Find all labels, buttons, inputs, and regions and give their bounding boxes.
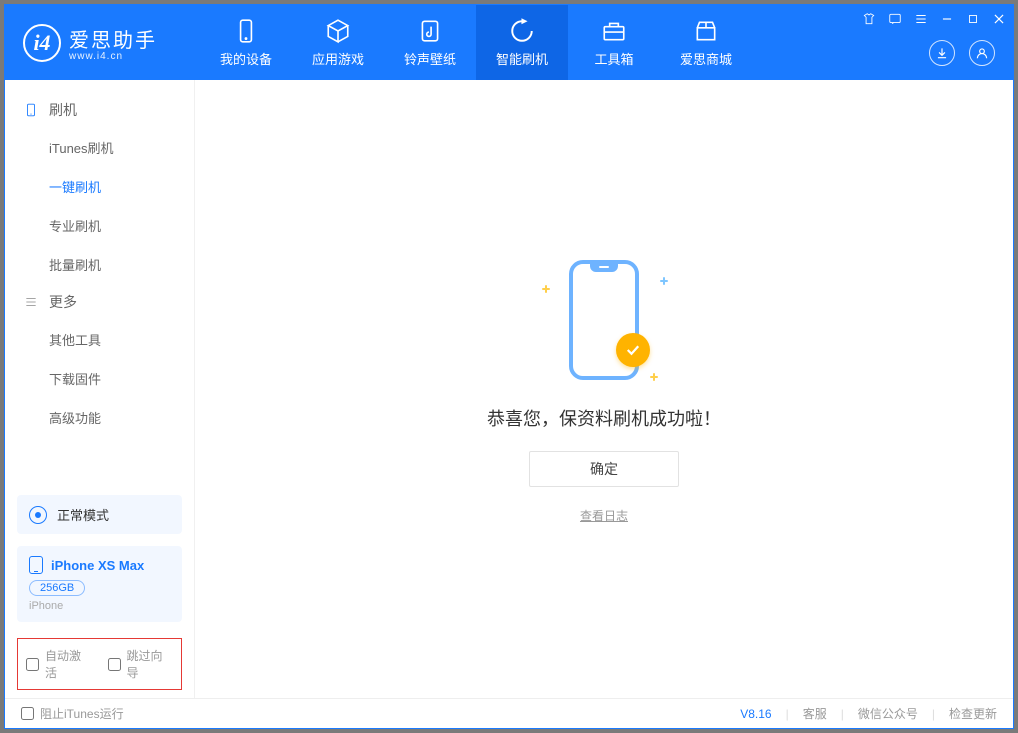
app-url: www.i4.cn bbox=[69, 51, 157, 62]
separator: | bbox=[786, 707, 789, 721]
nav-toolbox[interactable]: 工具箱 bbox=[568, 5, 660, 80]
nav-label: 铃声壁纸 bbox=[404, 49, 456, 68]
phone-speaker bbox=[599, 266, 609, 268]
store-icon bbox=[693, 18, 719, 44]
checkbox-auto-activate[interactable]: 自动激活 bbox=[26, 647, 92, 681]
sidebar-item-advanced[interactable]: 高级功能 bbox=[5, 398, 194, 437]
device-small-icon bbox=[29, 556, 43, 574]
sidebar-item-batch-flash[interactable]: 批量刷机 bbox=[5, 245, 194, 284]
sparkle-icon bbox=[542, 285, 548, 291]
sparkle-icon bbox=[650, 373, 656, 379]
nav-my-device[interactable]: 我的设备 bbox=[200, 5, 292, 80]
nav-ringtones[interactable]: 铃声壁纸 bbox=[384, 5, 476, 80]
device-icon bbox=[233, 18, 259, 44]
sparkle-icon bbox=[660, 277, 666, 283]
device-name-row: iPhone XS Max bbox=[29, 556, 170, 574]
header: i4 爱思助手 www.i4.cn 我的设备 应用游戏 bbox=[5, 5, 1013, 80]
main-content: 恭喜您，保资料刷机成功啦！ 确定 查看日志 bbox=[195, 80, 1013, 698]
statusbar-right: V8.16 | 客服 | 微信公众号 | 检查更新 bbox=[740, 705, 997, 722]
status-bar: 阻止iTunes运行 V8.16 | 客服 | 微信公众号 | 检查更新 bbox=[5, 698, 1013, 728]
minimize-icon[interactable] bbox=[939, 11, 955, 27]
sidebar-item-other-tools[interactable]: 其他工具 bbox=[5, 320, 194, 359]
status-mode-label: 正常模式 bbox=[57, 505, 109, 524]
download-icon[interactable] bbox=[929, 40, 955, 66]
checkbox-block-itunes[interactable]: 阻止iTunes运行 bbox=[21, 705, 124, 722]
sidebar-group-flash: 刷机 bbox=[5, 92, 194, 128]
separator: | bbox=[932, 707, 935, 721]
sidebar: 刷机 iTunes刷机 一键刷机 专业刷机 批量刷机 更多 其他工具 下载固件 … bbox=[5, 80, 195, 698]
check-update-link[interactable]: 检查更新 bbox=[949, 705, 997, 722]
checkbox-skip-setup-input[interactable] bbox=[108, 658, 121, 671]
nav-label: 应用游戏 bbox=[312, 49, 364, 68]
feedback-icon[interactable] bbox=[887, 11, 903, 27]
sidebar-group-label: 刷机 bbox=[49, 100, 77, 120]
check-badge-icon bbox=[616, 333, 650, 367]
sidebar-group-more: 更多 bbox=[5, 284, 194, 320]
nav-label: 智能刷机 bbox=[496, 49, 548, 68]
nav-store[interactable]: 爱思商城 bbox=[660, 5, 752, 80]
toolbox-icon bbox=[601, 18, 627, 44]
cube-icon bbox=[325, 18, 351, 44]
device-card[interactable]: iPhone XS Max 256GB iPhone bbox=[17, 546, 182, 622]
device-capacity: 256GB bbox=[29, 580, 85, 596]
nav-label: 爱思商城 bbox=[680, 49, 732, 68]
statusbar-left: 阻止iTunes运行 bbox=[21, 705, 124, 722]
success-message: 恭喜您，保资料刷机成功啦！ bbox=[487, 405, 721, 431]
maximize-icon[interactable] bbox=[965, 11, 981, 27]
window-controls bbox=[861, 11, 1007, 27]
logo-area: i4 爱思助手 www.i4.cn bbox=[5, 24, 200, 62]
wechat-link[interactable]: 微信公众号 bbox=[858, 705, 918, 722]
checkbox-auto-activate-input[interactable] bbox=[26, 658, 39, 671]
view-log-link[interactable]: 查看日志 bbox=[580, 507, 628, 524]
checkbox-skip-setup[interactable]: 跳过向导 bbox=[108, 647, 174, 681]
body: 刷机 iTunes刷机 一键刷机 专业刷机 批量刷机 更多 其他工具 下载固件 … bbox=[5, 80, 1013, 698]
close-icon[interactable] bbox=[991, 11, 1007, 27]
sync-icon bbox=[509, 18, 535, 44]
sidebar-spacer bbox=[5, 437, 194, 489]
sidebar-group-label: 更多 bbox=[49, 292, 77, 312]
nav-apps[interactable]: 应用游戏 bbox=[292, 5, 384, 80]
device-status-card[interactable]: 正常模式 bbox=[17, 495, 182, 534]
logo-text: 爱思助手 www.i4.cn bbox=[69, 24, 157, 62]
menu-icon[interactable] bbox=[913, 11, 929, 27]
device-type: iPhone bbox=[29, 600, 170, 612]
top-nav: 我的设备 应用游戏 铃声壁纸 智能刷机 bbox=[200, 5, 752, 80]
header-right-icons bbox=[929, 40, 995, 66]
logo-icon: i4 bbox=[23, 24, 61, 62]
sidebar-item-itunes-flash[interactable]: iTunes刷机 bbox=[5, 128, 194, 167]
music-icon bbox=[417, 18, 443, 44]
support-link[interactable]: 客服 bbox=[803, 705, 827, 722]
checkbox-label: 自动激活 bbox=[45, 647, 92, 681]
flash-options-row: 自动激活 跳过向导 bbox=[17, 638, 182, 690]
nav-label: 我的设备 bbox=[220, 49, 272, 68]
app-window: i4 爱思助手 www.i4.cn 我的设备 应用游戏 bbox=[4, 4, 1014, 729]
separator: | bbox=[841, 707, 844, 721]
status-indicator-icon bbox=[29, 506, 47, 524]
account-icon[interactable] bbox=[969, 40, 995, 66]
phone-small-icon bbox=[23, 102, 39, 118]
list-icon bbox=[23, 294, 39, 310]
version-label: V8.16 bbox=[740, 707, 771, 721]
device-name: iPhone XS Max bbox=[51, 558, 144, 573]
checkbox-label: 阻止iTunes运行 bbox=[40, 705, 124, 722]
checkbox-block-itunes-input[interactable] bbox=[21, 707, 34, 720]
sidebar-item-pro-flash[interactable]: 专业刷机 bbox=[5, 206, 194, 245]
nav-label: 工具箱 bbox=[594, 49, 633, 68]
ok-button[interactable]: 确定 bbox=[529, 451, 679, 487]
sidebar-item-download-firmware[interactable]: 下载固件 bbox=[5, 359, 194, 398]
checkbox-label: 跳过向导 bbox=[127, 647, 174, 681]
shirt-icon[interactable] bbox=[861, 11, 877, 27]
sidebar-item-oneclick-flash[interactable]: 一键刷机 bbox=[5, 167, 194, 206]
app-name: 爱思助手 bbox=[69, 24, 157, 53]
success-illustration bbox=[524, 255, 684, 385]
nav-flash[interactable]: 智能刷机 bbox=[476, 5, 568, 80]
